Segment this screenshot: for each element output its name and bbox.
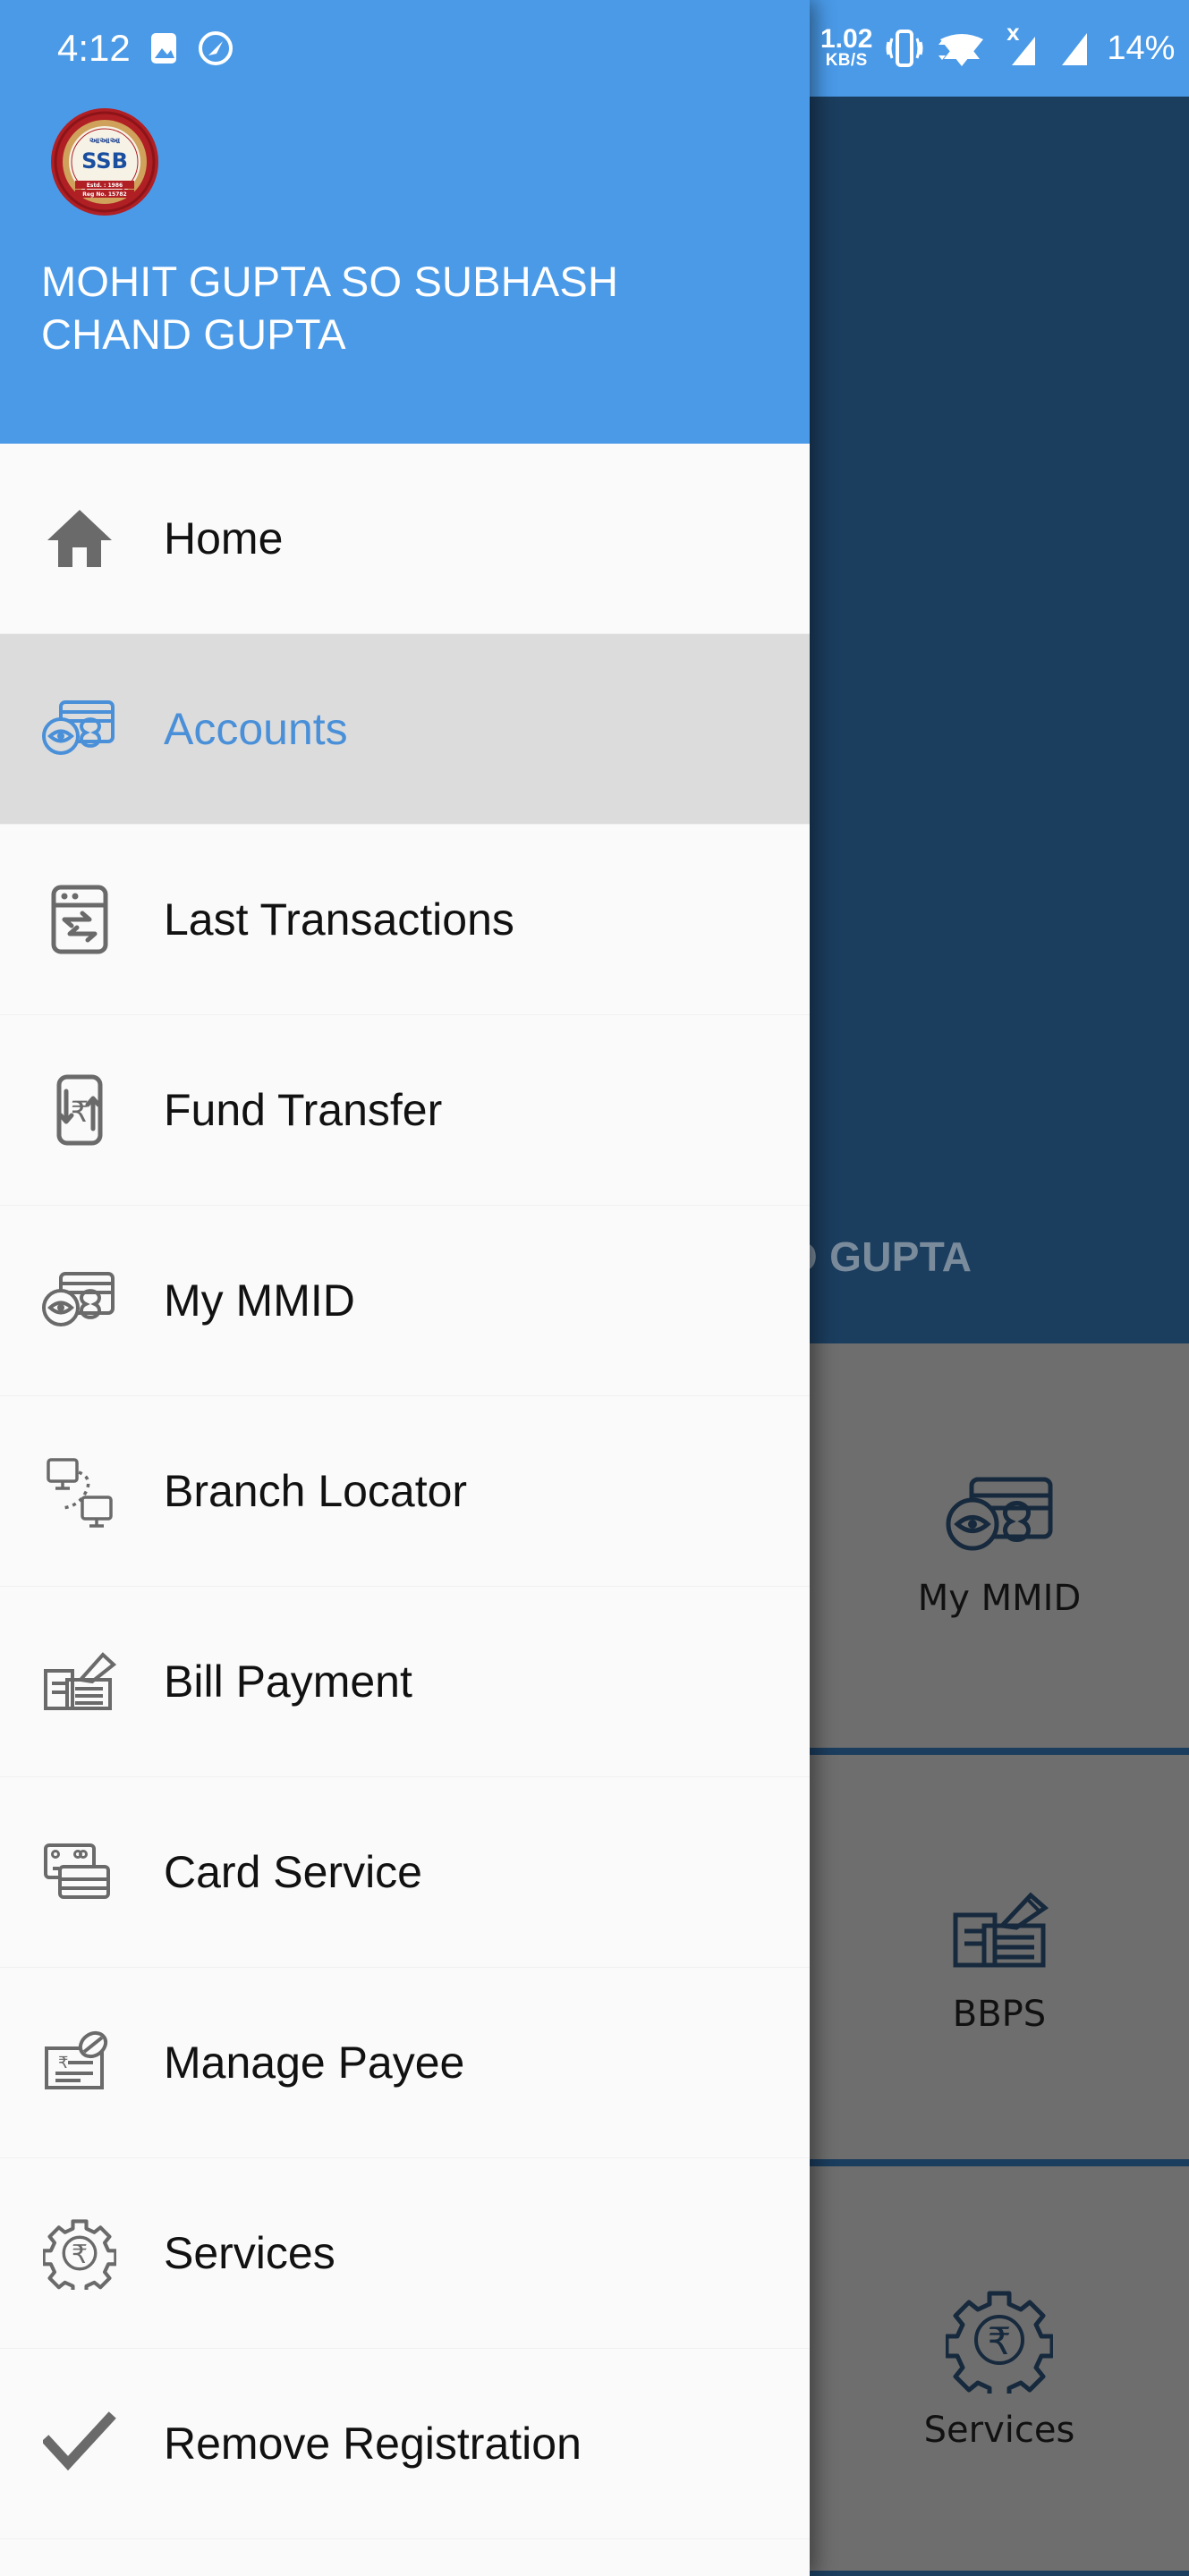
status-bar-right-group: 1.02 KB/S X 14% <box>810 0 1189 97</box>
status-bar: 4:12 <box>0 0 810 97</box>
transactions-icon <box>40 880 119 959</box>
sidebar-item-fund-transfer[interactable]: ₹ Fund Transfer <box>0 1015 810 1206</box>
gear-rupee-icon: ₹ <box>946 2286 1053 2394</box>
tile-label: BBPS <box>952 1994 1047 2035</box>
status-bar-clock: 4:12 <box>57 27 131 69</box>
navigation-drawer[interactable]: 4:12 આઆઆ SSB Estd.: 1986 Reg No. 15782 … <box>0 0 810 2576</box>
network-speed-value: 1.02 <box>820 24 873 55</box>
sidebar-item-bill-payment[interactable]: Bill Payment <box>0 1587 810 1777</box>
sidebar-item-label: Fund Transfer <box>164 1085 443 1135</box>
manage-payee-icon: ₹ <box>40 2023 119 2102</box>
svg-text:Estd. : 1986: Estd. : 1986 <box>87 182 123 189</box>
sidebar-item-label: Last Transactions <box>164 894 514 945</box>
card-service-icon <box>40 1833 119 1911</box>
sidebar-item-branch-locator[interactable]: Branch Locator <box>0 1396 810 1587</box>
drawer-nav-list: Home Accounts Last Transactions ₹ Fund T… <box>0 444 810 2576</box>
drawer-header: 4:12 આઆઆ SSB Estd.: 1986 Reg No. 15782 … <box>0 0 810 444</box>
sidebar-item-label: Home <box>164 513 284 564</box>
card-eye-icon <box>941 1472 1057 1562</box>
bill-payment-icon <box>40 1642 119 1721</box>
svg-text:₹: ₹ <box>988 2319 1012 2363</box>
svg-text:₹: ₹ <box>58 2054 68 2072</box>
sidebar-item-accounts[interactable]: Accounts <box>0 634 810 825</box>
gear-rupee-icon: ₹ <box>40 2214 119 2292</box>
sidebar-item-label: Remove Registration <box>164 2419 582 2469</box>
sidebar-item-label: Card Service <box>164 1847 422 1897</box>
svg-text:આઆઆ: આઆઆ <box>89 137 121 146</box>
check-icon <box>40 2404 119 2483</box>
card-eye-icon <box>40 690 119 768</box>
vibrate-icon <box>885 24 924 72</box>
sidebar-item-remove-registration[interactable]: Remove Registration <box>0 2349 810 2539</box>
branch-locator-icon <box>40 1452 119 1530</box>
sidebar-item-label: Branch Locator <box>164 1466 468 1516</box>
sidebar-item-label: Services <box>164 2228 335 2278</box>
tile-label: Services <box>923 2410 1075 2451</box>
svg-text:₹: ₹ <box>72 2239 88 2269</box>
svg-text:₹: ₹ <box>71 1095 89 1129</box>
wifi-icon <box>937 25 987 72</box>
sidebar-item-home[interactable]: Home <box>0 444 810 634</box>
compass-icon <box>197 30 234 67</box>
network-speed-unit: KB/S <box>825 51 868 71</box>
tile-label: My MMID <box>917 1578 1082 1619</box>
image-icon <box>147 30 181 66</box>
sarvodaya-sahakari-bank-logo: આઆઆ SSB Estd. : 1986 Reg No. 15782 <box>50 107 159 216</box>
svg-text:Reg No. 15782: Reg No. 15782 <box>82 191 126 198</box>
home-icon <box>40 499 119 578</box>
sidebar-item-last-transactions[interactable]: Last Transactions <box>0 825 810 1015</box>
home-tile-services[interactable]: ₹ Services <box>810 2166 1189 2571</box>
card-eye-icon <box>40 1261 119 1340</box>
sidebar-item-my-mmid[interactable]: My MMID <box>0 1206 810 1396</box>
bill-payment-icon <box>941 1879 1057 1978</box>
network-speed-indicator: 1.02 KB/S <box>820 24 873 71</box>
sidebar-item-label: My MMID <box>164 1275 355 1326</box>
home-tile-my-mmid[interactable]: My MMID <box>810 1343 1189 1748</box>
svg-text:X: X <box>1006 25 1020 45</box>
signal-no-sim-icon: X <box>999 24 1042 72</box>
svg-text:SSB: SSB <box>81 148 128 174</box>
sidebar-item-label: Accounts <box>164 704 348 754</box>
sidebar-item-services[interactable]: ₹ Services <box>0 2158 810 2349</box>
status-bar-left-group: 4:12 <box>57 27 234 70</box>
battery-percentage: 14% <box>1107 29 1176 67</box>
sidebar-item-change-pin[interactable]: Change PIN <box>0 2539 810 2576</box>
fund-transfer-icon: ₹ <box>40 1071 119 1149</box>
sidebar-item-label: Bill Payment <box>164 1657 412 1707</box>
sidebar-item-card-service[interactable]: Card Service <box>0 1777 810 1968</box>
home-tile-bbps[interactable]: BBPS <box>810 1755 1189 2159</box>
signal-bars-icon <box>1055 24 1094 72</box>
sidebar-item-label: Manage Payee <box>164 2038 465 2088</box>
account-holder-name: MOHIT GUPTA SO SUBHASH CHAND GUPTA <box>41 258 619 359</box>
sidebar-item-manage-payee[interactable]: ₹ Manage Payee <box>0 1968 810 2158</box>
